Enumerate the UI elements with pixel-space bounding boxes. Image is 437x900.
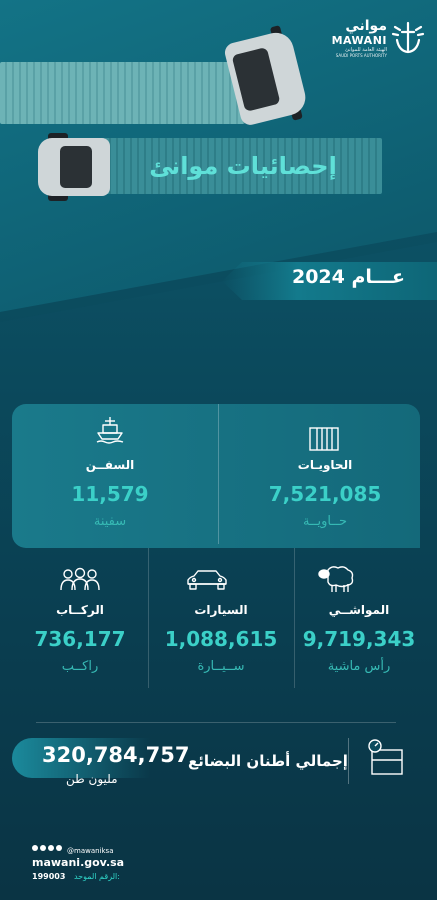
cars-value: 1,088,615 bbox=[164, 627, 278, 651]
page-title: إحصائيات موانئ bbox=[149, 152, 337, 180]
total-unit: مليون طن bbox=[66, 772, 118, 786]
passengers-unit: راكــب bbox=[61, 659, 99, 674]
unified-number: 199003 bbox=[32, 872, 66, 881]
cars-label: السيارات bbox=[194, 603, 248, 617]
livestock-unit: رأس ماشية bbox=[327, 659, 391, 674]
ships-unit: سفينة bbox=[93, 514, 127, 529]
social-handle[interactable]: @mawaniksa bbox=[67, 847, 114, 855]
containers-label: الحاويـات bbox=[297, 458, 353, 472]
linkedin-icon[interactable] bbox=[56, 845, 62, 851]
total-label: إجمالي أطنان البضائع bbox=[188, 752, 348, 770]
sheep-icon bbox=[318, 566, 354, 592]
ship-icon bbox=[96, 417, 124, 444]
x-icon[interactable] bbox=[32, 845, 38, 851]
car-icon bbox=[187, 570, 227, 590]
logo-english: MAWANI bbox=[331, 34, 387, 47]
container-icon bbox=[309, 427, 339, 451]
ships-label: السفــن bbox=[85, 458, 135, 472]
box-scale-icon bbox=[368, 739, 403, 775]
social-icons[interactable] bbox=[32, 845, 62, 851]
stat-passengers: الركــاب 736,177 راكــب bbox=[10, 603, 150, 674]
truck-cab-mid bbox=[38, 133, 110, 201]
livestock-label: المواشــي bbox=[328, 603, 390, 617]
ships-value: 11,579 bbox=[71, 482, 149, 506]
unified-number-row: 199003 الرقم الموحد: bbox=[32, 872, 120, 881]
containers-value: 7,521,085 bbox=[268, 482, 382, 506]
mawani-logo: مواني MAWANI الهيئة العامة للموانئ SAUDI… bbox=[315, 18, 425, 60]
stat-cars: السيارات 1,088,615 ســيــارة bbox=[148, 603, 294, 674]
youtube-icon[interactable] bbox=[48, 845, 54, 851]
total-value: 320,784,757 bbox=[42, 743, 190, 767]
logo-arabic: مواني bbox=[345, 18, 387, 34]
card-divider bbox=[218, 404, 219, 544]
total-separator bbox=[36, 722, 396, 723]
anchor-icon bbox=[391, 21, 425, 54]
instagram-icon[interactable] bbox=[40, 845, 46, 851]
people-icon bbox=[60, 567, 100, 591]
logo-subtitle-en: SAUDI PORTS AUTHORITY bbox=[335, 53, 387, 58]
cars-unit: ســيــارة bbox=[197, 659, 245, 674]
total-divider bbox=[348, 738, 349, 784]
livestock-value: 9,719,343 bbox=[302, 627, 416, 651]
passengers-label: الركــاب bbox=[56, 603, 104, 617]
stat-livestock: المواشــي 9,719,343 رأس ماشية bbox=[294, 603, 424, 674]
truck-container-top bbox=[0, 62, 245, 124]
year-label: عـــام 2024 bbox=[291, 266, 405, 288]
website-link[interactable]: mawani.gov.sa bbox=[32, 856, 124, 869]
containers-unit: حــاويــة bbox=[302, 514, 348, 529]
stat-ships: السفــن 11,579 سفينة bbox=[40, 458, 180, 529]
stat-containers: الحاويـات 7,521,085 حــاويــة bbox=[255, 458, 395, 529]
passengers-value: 736,177 bbox=[34, 627, 126, 651]
unified-number-label: الرقم الموحد: bbox=[73, 872, 120, 881]
